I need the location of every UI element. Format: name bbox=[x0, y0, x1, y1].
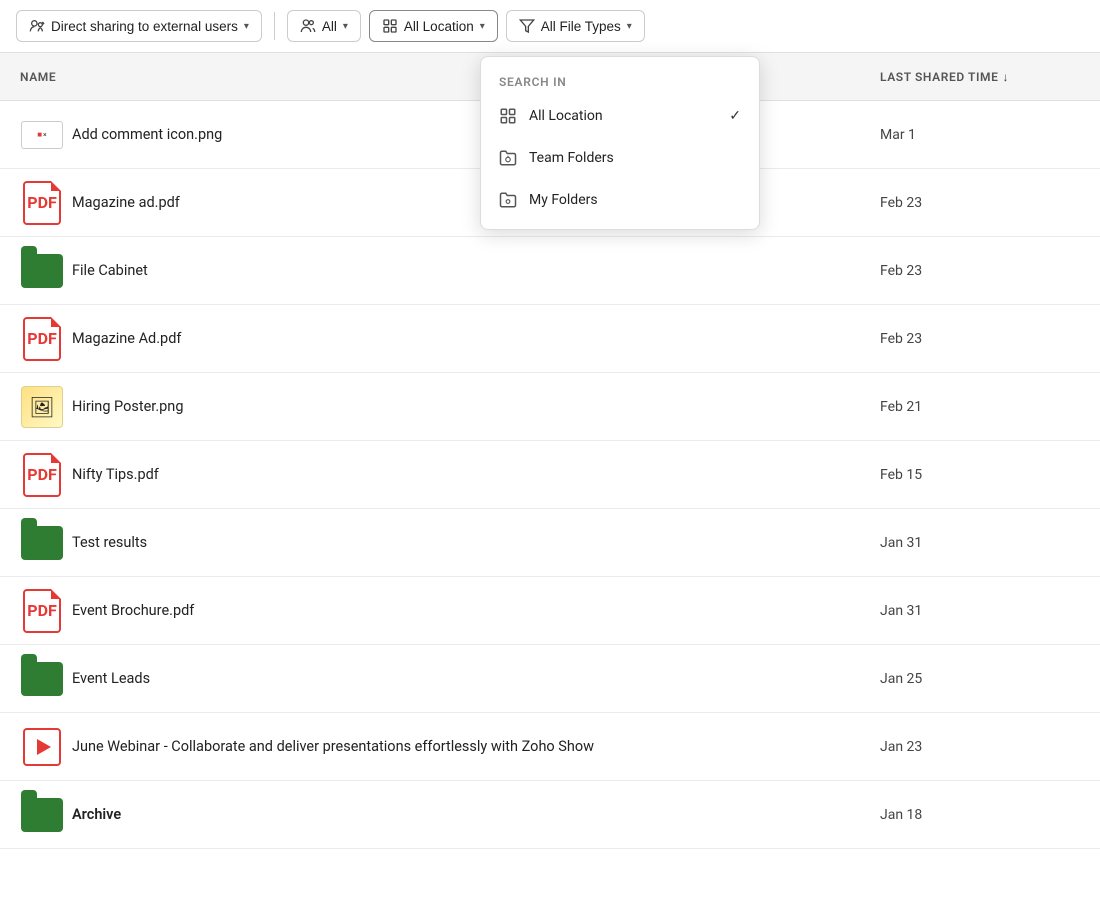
row-name: Hiring Poster.png bbox=[64, 398, 880, 415]
row-icon-cell: PDF bbox=[20, 453, 64, 497]
row-name: File Cabinet bbox=[64, 262, 880, 279]
dropdown-search-label: SEARCH IN bbox=[481, 65, 759, 95]
row-icon-cell: PDF bbox=[20, 589, 64, 633]
dropdown-item-all-location[interactable]: All Location ✓ bbox=[481, 95, 759, 137]
row-name: Event Brochure.pdf bbox=[64, 602, 880, 619]
row-icon-cell: 🖼 bbox=[20, 386, 64, 428]
table-row[interactable]: PDF Nifty Tips.pdf Feb 15 bbox=[0, 441, 1100, 509]
all-filter-chevron: ▾ bbox=[343, 21, 348, 32]
row-time: Jan 23 bbox=[880, 739, 1080, 755]
sort-arrow-icon: ↓ bbox=[1003, 70, 1010, 84]
filetype-filter-chevron: ▾ bbox=[627, 21, 632, 32]
row-icon-cell: PDF bbox=[20, 317, 64, 361]
sharing-filter-button[interactable]: Direct sharing to external users ▾ bbox=[16, 10, 262, 42]
folder-icon bbox=[21, 254, 63, 288]
team-folders-label: Team Folders bbox=[529, 150, 614, 166]
team-folders-icon bbox=[499, 149, 517, 167]
row-time: Feb 23 bbox=[880, 195, 1080, 211]
location-icon bbox=[382, 18, 398, 34]
row-icon-cell: ■ × bbox=[20, 121, 64, 149]
all-location-checkmark: ✓ bbox=[729, 108, 741, 124]
row-time: Jan 25 bbox=[880, 671, 1080, 687]
col-time-header: LAST SHARED TIME ↓ bbox=[880, 70, 1080, 84]
row-name: Magazine Ad.pdf bbox=[64, 330, 880, 347]
sharing-filter-chevron: ▾ bbox=[244, 21, 249, 32]
row-time: Feb 23 bbox=[880, 263, 1080, 279]
pdf-icon: PDF bbox=[23, 181, 61, 225]
row-time: Feb 23 bbox=[880, 331, 1080, 347]
row-name: Archive bbox=[64, 806, 880, 823]
row-icon-cell: PDF bbox=[20, 181, 64, 225]
row-time: Feb 21 bbox=[880, 399, 1080, 415]
table-row[interactable]: PDF Event Brochure.pdf Jan 31 bbox=[0, 577, 1100, 645]
row-time: Feb 15 bbox=[880, 467, 1080, 483]
row-icon-cell bbox=[20, 254, 64, 288]
table-row[interactable]: June Webinar - Collaborate and deliver p… bbox=[0, 713, 1100, 781]
folder-icon bbox=[21, 662, 63, 696]
table-row[interactable]: Event Leads Jan 25 bbox=[0, 645, 1100, 713]
row-time: Jan 18 bbox=[880, 807, 1080, 823]
location-dropdown: SEARCH IN All Location ✓ Team Folders bbox=[480, 56, 760, 230]
row-time: Mar 1 bbox=[880, 127, 1080, 143]
location-filter-button[interactable]: All Location ▾ bbox=[369, 10, 498, 42]
table-row[interactable]: 🖼 Hiring Poster.png Feb 21 bbox=[0, 373, 1100, 441]
row-icon-cell bbox=[20, 662, 64, 696]
pdf-icon: PDF bbox=[23, 589, 61, 633]
png-icon: ■ × bbox=[21, 121, 63, 149]
my-folders-icon bbox=[499, 191, 517, 209]
hiring-icon: 🖼 bbox=[21, 386, 63, 428]
table-row[interactable]: Test results Jan 31 bbox=[0, 509, 1100, 577]
row-icon-cell bbox=[20, 526, 64, 560]
toolbar: Direct sharing to external users ▾ All ▾… bbox=[0, 0, 1100, 53]
row-name: June Webinar - Collaborate and deliver p… bbox=[64, 738, 880, 755]
location-filter-chevron: ▾ bbox=[480, 21, 485, 32]
sharing-filter-label: Direct sharing to external users bbox=[51, 19, 238, 34]
row-name: Nifty Tips.pdf bbox=[64, 466, 880, 483]
pdf-icon: PDF bbox=[23, 317, 61, 361]
row-time: Jan 31 bbox=[880, 535, 1080, 551]
all-filter-label: All bbox=[322, 19, 337, 34]
row-icon-cell bbox=[20, 798, 64, 832]
table-row[interactable]: Archive Jan 18 bbox=[0, 781, 1100, 849]
folder-icon bbox=[21, 798, 63, 832]
toolbar-divider bbox=[274, 12, 275, 40]
users-icon bbox=[300, 18, 316, 34]
filetype-filter-button[interactable]: All File Types ▾ bbox=[506, 10, 645, 42]
row-name: Event Leads bbox=[64, 670, 880, 687]
filter-icon bbox=[519, 18, 535, 34]
pdf-icon: PDF bbox=[23, 453, 61, 497]
all-filter-button[interactable]: All ▾ bbox=[287, 10, 361, 42]
table-row[interactable]: PDF Magazine Ad.pdf Feb 23 bbox=[0, 305, 1100, 373]
table-row[interactable]: File Cabinet Feb 23 bbox=[0, 237, 1100, 305]
row-name: Test results bbox=[64, 534, 880, 551]
dropdown-item-team-folders[interactable]: Team Folders bbox=[481, 137, 759, 179]
folder-icon bbox=[21, 526, 63, 560]
my-folders-label: My Folders bbox=[529, 192, 598, 208]
location-filter-label: All Location bbox=[404, 19, 474, 34]
dropdown-item-my-folders[interactable]: My Folders bbox=[481, 179, 759, 221]
row-time: Jan 31 bbox=[880, 603, 1080, 619]
filetype-filter-label: All File Types bbox=[541, 19, 621, 34]
all-location-label: All Location bbox=[529, 108, 603, 124]
user-share-icon bbox=[29, 18, 45, 34]
row-icon-cell bbox=[20, 728, 64, 766]
all-location-icon bbox=[499, 107, 517, 125]
presentation-icon bbox=[23, 728, 61, 766]
